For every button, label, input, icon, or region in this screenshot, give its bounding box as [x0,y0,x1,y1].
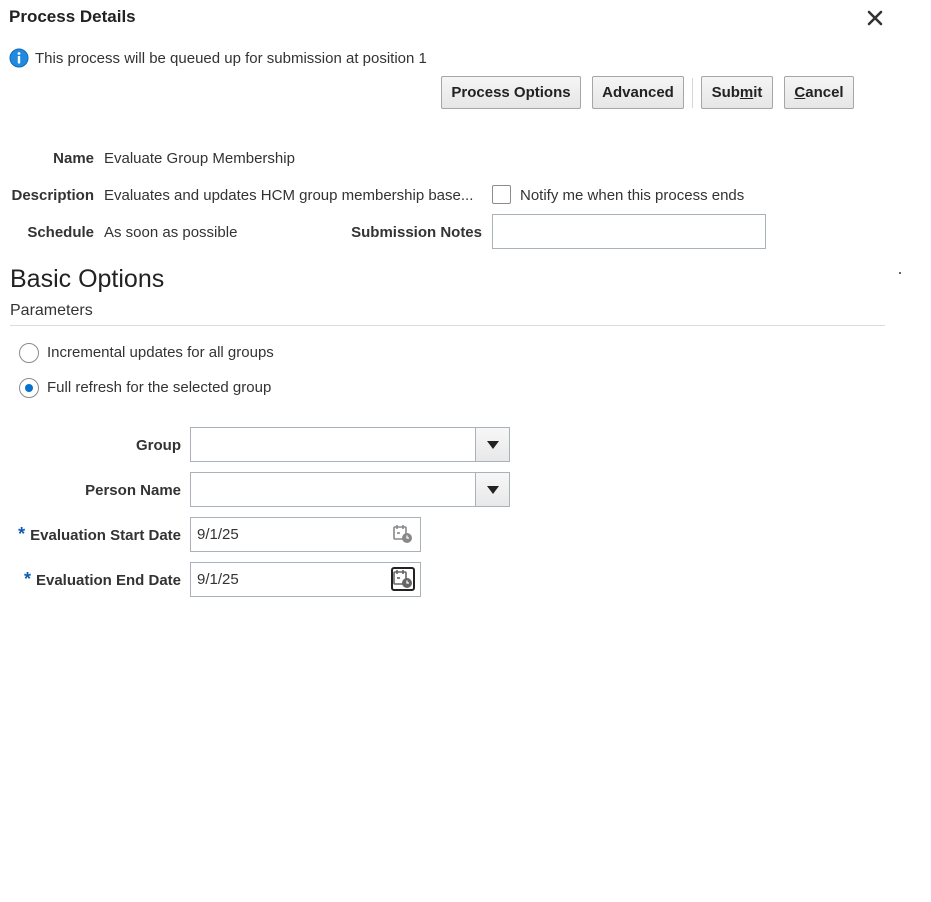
schedule-label: Schedule [27,224,94,241]
start-date-label-text: Evaluation Start Date [30,527,181,544]
end-date-input[interactable] [190,562,421,597]
person-name-label: Person Name [85,482,181,499]
start-date-calendar-button[interactable] [391,522,415,546]
start-date-label: * Evaluation Start Date [18,524,181,545]
process-options-button[interactable]: Process Options [441,76,581,109]
start-date-input[interactable] [190,517,421,552]
submit-label-end: it [753,84,763,101]
advanced-button[interactable]: Advanced [592,76,684,109]
end-date-label-text: Evaluation End Date [35,572,181,589]
stray-dot [899,272,901,274]
description-label: Description [11,187,94,204]
notify-checkbox[interactable] [492,185,511,204]
group-label: Group [136,437,181,454]
cancel-button[interactable]: Cancel [784,76,854,109]
close-icon [867,10,883,26]
end-date-label: * Evaluation End Date [24,569,181,590]
group-dropdown-button[interactable] [475,427,510,462]
chevron-down-icon [486,440,499,449]
calendar-icon [393,525,412,543]
parameters-heading: Parameters [10,302,93,319]
calendar-icon [393,570,412,588]
info-message: This process will be queued up for submi… [9,48,427,68]
name-value: Evaluate Group Membership [104,150,295,167]
submission-notes-input[interactable] [492,214,766,249]
radio-incremental-updates[interactable] [19,343,39,363]
section-divider [10,325,885,326]
info-icon [9,48,29,68]
person-name-dropdown-button[interactable] [475,472,510,507]
cancel-label-end: ancel [805,84,844,101]
info-message-text: This process will be queued up for submi… [35,49,427,67]
close-button[interactable] [866,7,884,29]
submit-mnemonic: m [739,84,754,101]
dialog-title: Process Details [9,7,136,26]
submit-button[interactable]: Sub m it [701,76,773,109]
chevron-down-icon [486,485,499,494]
schedule-value: As soon as possible [104,224,238,241]
radio-incremental-updates-label: Incremental updates for all groups [47,344,274,361]
radio-full-refresh-label: Full refresh for the selected group [47,379,272,396]
required-marker: * [18,524,26,544]
cancel-mnemonic: C [794,84,806,101]
name-label: Name [53,150,94,167]
submission-notes-label: Submission Notes [351,224,482,241]
description-value: Evaluates and updates HCM group membersh… [104,187,474,204]
required-marker: * [23,569,31,589]
basic-options-heading: Basic Options [10,265,165,293]
radio-full-refresh[interactable] [19,378,39,398]
notify-label: Notify me when this process ends [520,187,745,204]
person-name-input[interactable] [190,472,476,507]
toolbar-divider [692,78,693,108]
submit-label-start: Sub [711,84,740,101]
end-date-calendar-button[interactable] [391,567,415,591]
group-input[interactable] [190,427,476,462]
